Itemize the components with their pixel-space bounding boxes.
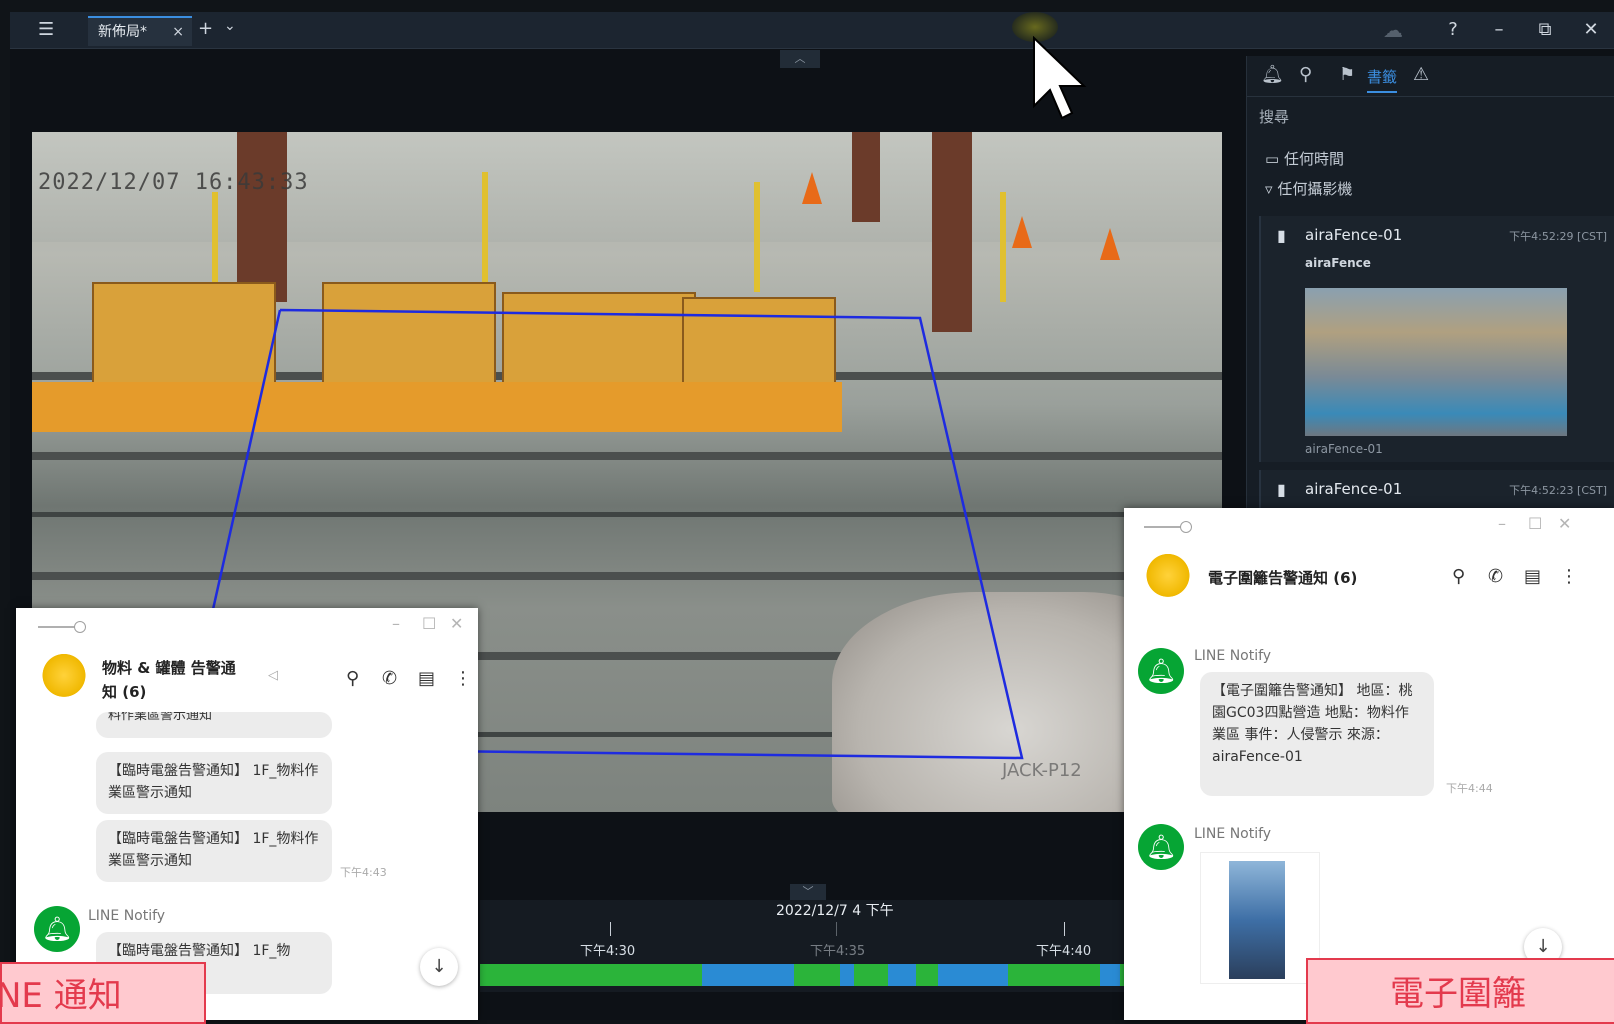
- tab-bookmarks[interactable]: 書籤: [1367, 66, 1398, 93]
- event-segment[interactable]: [840, 964, 854, 986]
- title-bar: ☰ 新佈局* × + ⌄ ☁ ? – ⧉ ✕: [10, 12, 1614, 49]
- filter-camera-label: 任何攝影機: [1277, 180, 1353, 198]
- caption-label-left: NE 通知: [0, 962, 206, 1024]
- event-card[interactable]: ▮ airaFence-01 下午4:52:29 [CST] airaFence…: [1259, 216, 1614, 462]
- event-title: airaFence-01: [1305, 226, 1403, 244]
- bell-icon[interactable]: 🔔︎: [1261, 64, 1284, 85]
- close-button[interactable]: ✕: [1568, 12, 1614, 48]
- event-time: 下午4:52:23 [CST]: [1509, 484, 1607, 497]
- line-notify-avatar[interactable]: 🔔︎: [34, 906, 80, 952]
- bookmark-panel: 🔔︎ ⚲ ⚑ 書籤 ⚠ 搜尋 ▭ 任何時間 ▿ 任何攝影機 ▮ airaFenc…: [1246, 56, 1614, 526]
- bookmark-icon: ▮: [1277, 480, 1286, 499]
- chat-title: 電子圍籬告警通知 (6): [1208, 569, 1358, 587]
- scroll-down-icon[interactable]: ↓: [420, 948, 458, 986]
- bookmark-icon[interactable]: ⚑: [1339, 64, 1355, 85]
- caption-label-right: 電子圍籬: [1306, 958, 1614, 1024]
- event-segment[interactable]: [938, 964, 1008, 986]
- mouse-cursor-icon: [1033, 36, 1087, 120]
- phone-icon[interactable]: ✆: [382, 668, 397, 689]
- calendar-icon: ▭: [1265, 150, 1284, 168]
- message-time: 下午4:44: [1446, 782, 1493, 795]
- tab-label: 新佈局*: [98, 24, 147, 40]
- mute-icon: ◁: [268, 668, 278, 683]
- search-icon[interactable]: ⚲: [1452, 566, 1465, 587]
- image-message[interactable]: [1200, 852, 1320, 984]
- person-walk-icon[interactable]: ⚲: [1299, 64, 1312, 85]
- caption-text: 電子圍籬: [1390, 974, 1526, 1014]
- message-line: 【臨時電盤告警通知】 1F_物: [108, 943, 291, 959]
- line-notify-name: LINE Notify: [88, 908, 166, 924]
- collapse-bottom-toggle[interactable]: ﹀: [790, 884, 826, 900]
- chevron-down-icon[interactable]: ⌄: [224, 18, 236, 34]
- message-bubble-partial: 料作業區警示通知: [96, 712, 332, 738]
- opacity-slider[interactable]: [38, 621, 86, 633]
- maximize-icon[interactable]: ☐: [422, 614, 436, 633]
- line-notify-avatar[interactable]: 🔔︎: [1138, 824, 1184, 870]
- chat-title-line1: 物料 & 罐體 告警通: [102, 659, 236, 677]
- notes-icon[interactable]: ▤: [1524, 566, 1541, 587]
- chat-title: 物料 & 罐體 告警通 知 (6): [102, 656, 272, 704]
- image-thumbnail: [1229, 861, 1285, 979]
- timeline-date: 2022/12/7 4 下午: [776, 903, 894, 919]
- more-icon[interactable]: ⋮: [454, 668, 472, 689]
- message-bubble: 【臨時電盤告警通知】 1F_物料作業區警示通知: [96, 752, 332, 814]
- maximize-icon[interactable]: ☐: [1528, 514, 1542, 533]
- line-notify-name: LINE Notify: [1194, 826, 1272, 842]
- event-time: 下午4:52:29 [CST]: [1509, 230, 1607, 243]
- line-chat-window-left: – ☐ ✕ 物料 & 罐體 告警通 知 (6) ◁ ⚲ ✆ ▤ ⋮ 料作業區警示…: [16, 608, 478, 1020]
- message-bubble: 【臨時電盤告警通知】 1F_物料作業區警示通知: [96, 820, 332, 882]
- event-subtitle: airaFence: [1305, 256, 1371, 270]
- cloud-icon[interactable]: ☁: [1370, 12, 1416, 48]
- chat-title-line2: 知 (6): [102, 683, 147, 701]
- close-icon[interactable]: ✕: [450, 614, 463, 633]
- tab-close-icon[interactable]: ×: [172, 18, 184, 46]
- recording-bar[interactable]: [480, 964, 1132, 986]
- warning-icon[interactable]: ⚠: [1413, 64, 1429, 85]
- help-button[interactable]: ?: [1430, 12, 1476, 48]
- timeline-tick: [610, 922, 611, 936]
- event-segment[interactable]: [702, 964, 794, 986]
- notes-icon[interactable]: ▤: [418, 668, 435, 689]
- timeline[interactable]: 2022/12/7 4 下午 下午4:30 下午4:35 下午4:40: [480, 900, 1132, 992]
- event-segment[interactable]: [888, 964, 916, 986]
- caption-text: NE 通知: [0, 976, 122, 1016]
- search-icon[interactable]: ⚲: [346, 668, 359, 689]
- timeline-label: 下午4:40: [1036, 944, 1092, 959]
- timeline-label: 下午4:35: [810, 944, 866, 959]
- panel-tabs: 🔔︎ ⚲ ⚑ 書籤 ⚠: [1247, 56, 1614, 97]
- message-time: 下午4:43: [340, 866, 387, 879]
- line-notify-avatar[interactable]: 🔔︎: [1138, 648, 1184, 694]
- camera-icon: ▿: [1265, 180, 1278, 198]
- timeline-label: 下午4:30: [580, 944, 636, 959]
- minimize-button[interactable]: –: [1476, 12, 1522, 48]
- timeline-tick: [1064, 922, 1065, 936]
- phone-icon[interactable]: ✆: [1488, 566, 1503, 587]
- add-tab-icon[interactable]: +: [198, 18, 213, 39]
- more-icon[interactable]: ⋮: [1560, 566, 1578, 587]
- minimize-icon[interactable]: –: [392, 614, 400, 633]
- bookmark-icon: ▮: [1277, 226, 1286, 245]
- line-chat-window-right: – ☐ ✕ 電子圍籬告警通知 (6) ⚲ ✆ ▤ ⋮ 🔔︎ LINE Notif…: [1124, 508, 1614, 1020]
- filter-time-label: 任何時間: [1283, 150, 1344, 168]
- event-caption: airaFence-01: [1305, 442, 1383, 456]
- event-title: airaFence-01: [1305, 480, 1403, 498]
- collapse-top-toggle[interactable]: ︿: [780, 50, 820, 68]
- tab-layout[interactable]: 新佈局* ×: [88, 16, 192, 46]
- group-avatar[interactable]: [1142, 552, 1194, 604]
- filter-camera[interactable]: ▿ 任何攝影機: [1265, 178, 1352, 199]
- minimize-icon[interactable]: –: [1498, 514, 1506, 533]
- restore-button[interactable]: ⧉: [1522, 12, 1568, 48]
- message-bubble: 【電子圍籬告警通知】 地區：桃園GC03四點營造 地點：物料作業區 事件：人侵警…: [1200, 672, 1434, 796]
- opacity-slider[interactable]: [1144, 521, 1192, 533]
- timeline-tick: [836, 922, 837, 936]
- event-segment[interactable]: [1100, 964, 1120, 986]
- line-notify-name: LINE Notify: [1194, 648, 1272, 664]
- close-icon[interactable]: ✕: [1558, 514, 1571, 533]
- group-avatar[interactable]: [38, 652, 90, 704]
- event-thumbnail[interactable]: [1305, 288, 1567, 436]
- search-label[interactable]: 搜尋: [1259, 106, 1289, 127]
- hamburger-icon[interactable]: ☰: [38, 21, 60, 39]
- filter-time[interactable]: ▭ 任何時間: [1265, 148, 1344, 169]
